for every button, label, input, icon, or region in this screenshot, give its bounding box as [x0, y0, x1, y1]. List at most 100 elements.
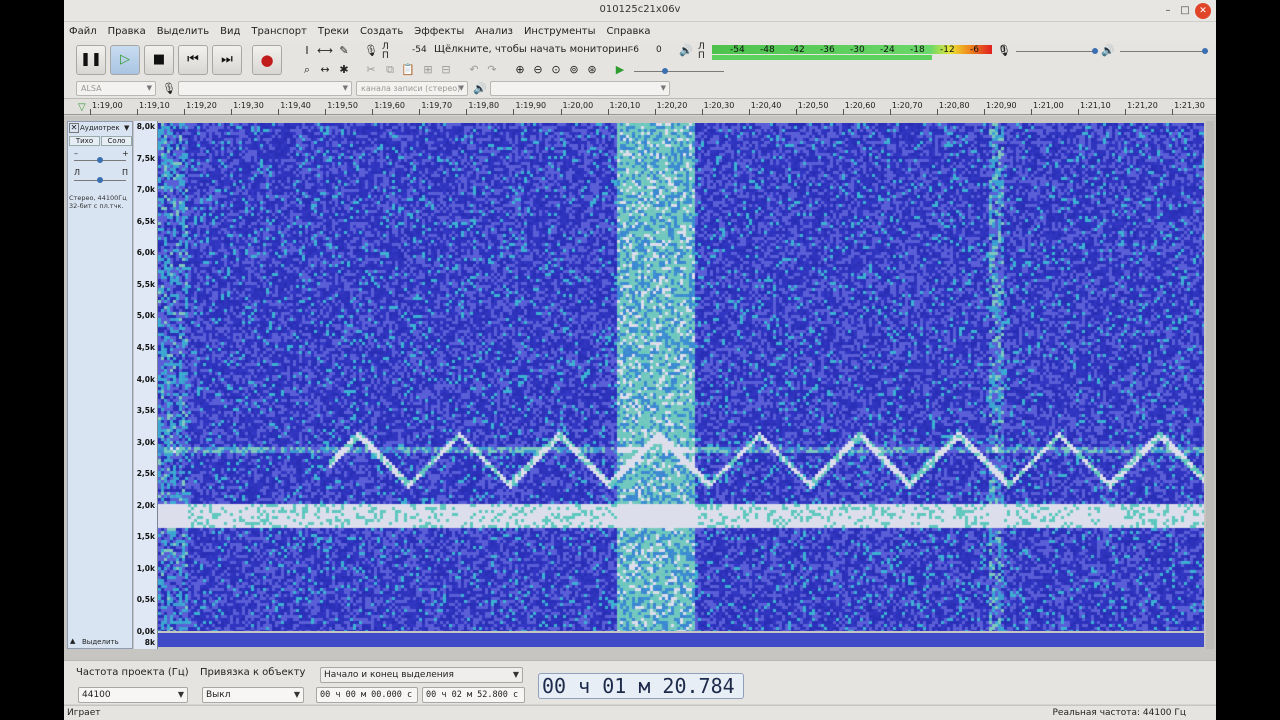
cut-icon[interactable]: ✂: [363, 62, 379, 78]
status-right: Реальная частота: 44100 Гц: [1052, 708, 1187, 718]
fit-selection-icon[interactable]: ⊙: [548, 62, 564, 78]
selection-end-value: 00 ч 02 м 52.800 с: [426, 690, 519, 700]
play-at-speed-icon[interactable]: ▶: [612, 62, 628, 78]
undo-icon[interactable]: ↶: [466, 62, 482, 78]
input-volume-knob[interactable]: [1092, 48, 1098, 54]
pan-knob[interactable]: [97, 177, 103, 183]
spectrogram-second-channel[interactable]: [158, 633, 1204, 647]
copy-icon[interactable]: ⧉: [382, 62, 398, 78]
spectrogram-canvas[interactable]: [158, 123, 1204, 631]
gain-knob[interactable]: [97, 157, 103, 163]
menu-edit[interactable]: Правка: [108, 26, 146, 37]
menu-transport[interactable]: Транспорт: [251, 26, 306, 37]
vertical-scrollbar[interactable]: [1206, 121, 1214, 649]
ruler-tick-label: 1:19,30: [233, 101, 264, 110]
selection-end-time[interactable]: 00 ч 02 м 52.800 с: [422, 687, 525, 703]
playback-device-select[interactable]: ▼: [490, 81, 670, 96]
close-track-icon[interactable]: ✕: [69, 123, 79, 133]
trim-icon[interactable]: ⊞: [420, 62, 436, 78]
close-button[interactable]: ✕: [1195, 3, 1211, 19]
play-button[interactable]: ▷: [110, 45, 140, 75]
selection-mode-select[interactable]: Начало и конец выделения ▼: [320, 667, 523, 683]
menu-tools[interactable]: Инструменты: [524, 26, 596, 37]
silence-icon[interactable]: ⊟: [438, 62, 454, 78]
menu-select[interactable]: Выделить: [157, 26, 209, 37]
timeline-ruler[interactable]: ▽ 1:19,00 1:19,10 1:19,20 1:19,30 1:19,40 1:1…: [64, 99, 1216, 115]
gain-minus-label: –: [74, 149, 78, 158]
recording-channels-value: канала записи (стерео): [361, 84, 461, 93]
skip-start-button[interactable]: ⏮: [178, 45, 208, 75]
pause-button[interactable]: ❚❚: [76, 45, 106, 75]
recording-device-select[interactable]: ▼: [178, 81, 352, 96]
spectrogram[interactable]: [158, 123, 1204, 631]
collapse-track-icon[interactable]: ▲: [70, 637, 75, 645]
frequency-label: 0,5k: [136, 595, 155, 605]
frequency-scale[interactable]: 8k 8,0k 7,5k 7,0k 6,5k 6,0k 5,5k 5,0k 4,5k 4,0k 3…: [134, 121, 158, 649]
menu-tracks[interactable]: Треки: [318, 26, 349, 37]
window-title: 010125c21x06v: [599, 4, 681, 15]
record-meter-icon[interactable]: 🎙: [363, 43, 379, 59]
menu-file[interactable]: Файл: [69, 26, 97, 37]
ruler-tick-label: 1:20,60: [844, 101, 876, 110]
skip-end-button[interactable]: ⏭: [212, 45, 242, 75]
audio-position-display[interactable]: 00 ч 01 м 20.784 с: [538, 673, 744, 720]
ruler-tick-mark: [889, 109, 891, 115]
minimize-button[interactable]: –: [1160, 3, 1176, 19]
selection-start-time[interactable]: 00 ч 00 м 00.000 с: [316, 687, 418, 703]
ruler-tick-mark: [1078, 109, 1080, 115]
menu-effects[interactable]: Эффекты: [414, 26, 464, 37]
solo-button[interactable]: Соло: [101, 136, 132, 146]
frequency-label: 5,5k: [136, 279, 155, 289]
fit-project-icon[interactable]: ⊚: [566, 62, 582, 78]
maximize-button[interactable]: □: [1177, 3, 1193, 19]
play-speed-slider[interactable]: [634, 71, 724, 72]
playback-meter-icon[interactable]: 🔊: [678, 43, 694, 59]
mute-button[interactable]: Тихо: [69, 136, 100, 146]
audio-host-select[interactable]: ALSA ▼: [76, 81, 156, 96]
envelope-tool-icon[interactable]: ⟷: [317, 43, 333, 59]
project-rate-select[interactable]: 44100 ▼: [78, 687, 188, 703]
redo-icon[interactable]: ↷: [484, 62, 500, 78]
select-track-button[interactable]: Выделить: [82, 638, 119, 646]
play-speed-knob[interactable]: [662, 68, 668, 74]
frequency-label: 4,0k: [136, 374, 155, 384]
zoom-toggle-icon[interactable]: ⊛: [584, 62, 600, 78]
monitor-hint[interactable]: Щёлкните, чтобы начать мониторинг: [434, 44, 633, 55]
playback-meter-scale-label: -30: [850, 45, 865, 55]
timeshift-tool-icon[interactable]: ↔: [317, 62, 333, 78]
menu-generate[interactable]: Создать: [360, 26, 403, 37]
gain-plus-label: +: [122, 149, 129, 158]
paste-icon[interactable]: 📋: [400, 62, 416, 78]
record-button[interactable]: ●: [252, 45, 282, 75]
pan-left-label: Л: [74, 168, 81, 177]
ruler-tick-label: 1:20,80: [938, 101, 970, 110]
recording-channels-select[interactable]: канала записи (стерео) ▼: [356, 81, 468, 96]
draw-tool-icon[interactable]: ✎: [336, 43, 352, 59]
output-volume-knob[interactable]: [1202, 48, 1208, 54]
zoom-out-icon[interactable]: ⊖: [530, 62, 546, 78]
ruler-tick-label: 1:19,80: [468, 101, 500, 110]
track-format-info: Стерео, 44100Гц 32-бит с пл.тчк.: [69, 194, 127, 210]
track-menu-arrow-icon[interactable]: ▼: [124, 124, 129, 132]
ruler-tick-mark: [701, 109, 703, 115]
track-name[interactable]: Аудиотрек: [80, 124, 120, 132]
snap-to-select[interactable]: Выкл ▼: [202, 687, 304, 703]
zoom-in-icon[interactable]: ⊕: [512, 62, 528, 78]
stop-button[interactable]: ■: [144, 45, 174, 75]
ruler-tick-label: 1:20,00: [562, 101, 594, 110]
selection-tool-icon[interactable]: I: [299, 43, 315, 59]
menu-view[interactable]: Вид: [220, 26, 240, 37]
menu-help[interactable]: Справка: [607, 26, 651, 37]
multi-tool-icon[interactable]: ✱: [336, 62, 352, 78]
output-volume-slider[interactable]: [1120, 51, 1208, 52]
audacity-window: 010125c21x06v – □ ✕ Файл Правка Выделить…: [64, 0, 1216, 720]
frequency-label: 0,0k: [136, 627, 155, 636]
play-head-icon[interactable]: ▽: [78, 102, 86, 113]
input-volume-slider[interactable]: [1016, 51, 1098, 52]
menu-analyze[interactable]: Анализ: [475, 26, 513, 37]
frequency-label: 1,0k: [136, 563, 155, 573]
zoom-tool-icon[interactable]: ⌕: [299, 62, 315, 78]
project-rate-value: 44100: [82, 690, 111, 700]
output-volume-icon: 🔊: [1101, 44, 1115, 57]
ruler-tick-mark: [419, 109, 421, 115]
